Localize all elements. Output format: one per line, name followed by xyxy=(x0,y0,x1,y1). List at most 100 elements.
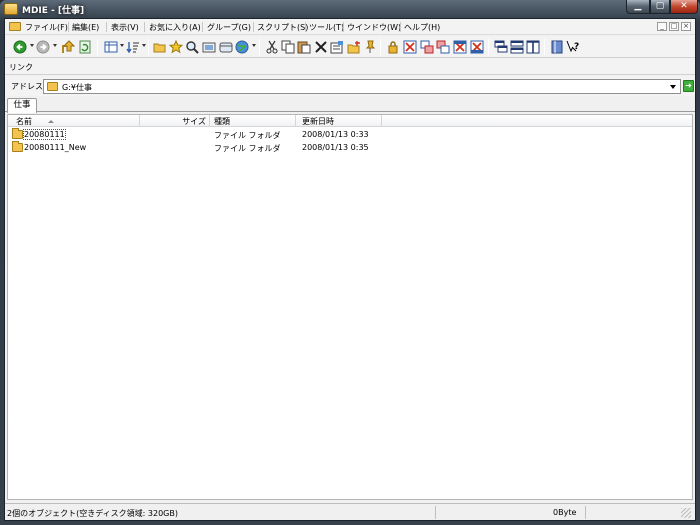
file-list[interactable]: 名前 サイズ 種類 更新日時 20080111 ファイル フォルダ 2008/0… xyxy=(7,114,693,500)
column-header-name[interactable]: 名前 xyxy=(8,115,140,126)
cascade-icon[interactable] xyxy=(420,40,434,54)
file-name[interactable]: 20080111_New xyxy=(24,143,86,152)
folder-open-icon[interactable] xyxy=(153,40,167,54)
menu-separator xyxy=(400,22,401,32)
mdi-minimize-button[interactable]: _ xyxy=(657,22,667,31)
document-folder-icon[interactable] xyxy=(9,22,21,31)
refresh-icon[interactable] xyxy=(78,40,92,54)
toolbar-separator xyxy=(544,39,545,55)
folder-icon xyxy=(12,141,23,152)
folder-icon xyxy=(47,82,58,91)
back-dropdown-icon[interactable] xyxy=(30,44,34,47)
mdi-restore-button[interactable]: □ xyxy=(669,22,679,31)
view-icon[interactable] xyxy=(104,40,118,54)
new-folder-icon[interactable] xyxy=(347,40,361,54)
menu-tools[interactable]: ツール(T) xyxy=(309,22,344,33)
links-bar: リンク xyxy=(5,59,695,75)
view-dropdown-icon[interactable] xyxy=(120,44,124,47)
menu-separator xyxy=(144,22,145,32)
maximize-button[interactable]: ▢ xyxy=(650,0,670,14)
back-icon[interactable] xyxy=(13,40,27,54)
split-horizontal-icon[interactable] xyxy=(510,40,524,54)
tile-icon[interactable] xyxy=(436,40,450,54)
delete-icon[interactable] xyxy=(314,40,328,54)
book-icon[interactable] xyxy=(550,40,564,54)
forward-dropdown-icon[interactable] xyxy=(53,44,57,47)
column-name-label: 名前 xyxy=(16,117,32,126)
title-bar[interactable]: MDIE - [仕事] ▁ ▢ ✕ xyxy=(0,0,700,18)
column-size-label: サイズ xyxy=(182,117,206,126)
application-window: MDIE - [仕事] ▁ ▢ ✕ ファイル(F) 編集(E) 表示(V) お気… xyxy=(0,0,700,525)
go-button[interactable]: ➜ xyxy=(683,80,694,92)
toolbar-separator xyxy=(259,39,260,55)
tab-work[interactable]: 仕事 xyxy=(7,98,37,113)
tab-strip: 仕事 xyxy=(5,97,695,113)
up-icon[interactable] xyxy=(61,40,75,54)
table-row[interactable]: 20080111 ファイル フォルダ 2008/01/13 0:33 xyxy=(8,128,692,141)
toolbar-separator xyxy=(97,39,98,55)
minimize-all-icon[interactable] xyxy=(470,40,484,54)
split-vertical-icon[interactable] xyxy=(494,40,508,54)
menu-view[interactable]: 表示(V) xyxy=(111,22,139,33)
help-icon[interactable]: ? xyxy=(566,40,580,54)
file-type: ファイル フォルダ xyxy=(214,131,281,140)
column-header-size[interactable]: サイズ xyxy=(140,115,210,126)
address-dropdown-icon[interactable] xyxy=(670,85,676,89)
sort-dropdown-icon[interactable] xyxy=(142,44,146,47)
resize-grip-icon[interactable] xyxy=(681,508,691,518)
search-icon[interactable] xyxy=(185,40,199,54)
menu-help[interactable]: ヘルプ(H) xyxy=(404,22,440,33)
status-size: 0Byte xyxy=(553,508,577,517)
minimize-button[interactable]: ▁ xyxy=(626,0,650,14)
column-header-type[interactable]: 種類 xyxy=(210,115,296,126)
column-modified-label: 更新日時 xyxy=(302,117,334,126)
sort-ascending-icon xyxy=(48,120,54,123)
address-bar: アドレス G:¥仕事 ➜ xyxy=(5,76,695,96)
sort-icon[interactable] xyxy=(126,40,140,54)
column-header-modified[interactable]: 更新日時 xyxy=(296,115,382,126)
columns-icon[interactable] xyxy=(526,40,540,54)
file-modified: 2008/01/13 0:35 xyxy=(302,143,369,152)
table-row[interactable]: 20080111_New ファイル フォルダ 2008/01/13 0:35 xyxy=(8,141,692,154)
web-icon[interactable] xyxy=(235,40,249,54)
file-name[interactable]: 20080111 xyxy=(23,129,66,140)
pin-icon[interactable] xyxy=(363,40,377,54)
address-value[interactable]: G:¥仕事 xyxy=(62,82,92,93)
mdi-close-button[interactable]: × xyxy=(681,22,691,31)
address-input[interactable]: G:¥仕事 xyxy=(43,79,681,94)
web-dropdown-icon[interactable] xyxy=(252,44,256,47)
status-bar: 2個のオブジェクト(空きディスク領域: 320GB) 0Byte xyxy=(5,503,695,520)
close-all-icon[interactable] xyxy=(453,40,467,54)
menu-favorites[interactable]: お気に入り(A) xyxy=(149,22,201,33)
column-type-label: 種類 xyxy=(214,117,230,126)
menu-script[interactable]: スクリプト(S) xyxy=(257,22,308,33)
file-modified: 2008/01/13 0:33 xyxy=(302,130,369,139)
menu-separator xyxy=(343,22,344,32)
status-divider xyxy=(435,506,436,519)
folder-icon xyxy=(12,128,23,139)
paste-icon[interactable] xyxy=(297,40,311,54)
menu-group[interactable]: グループ(G) xyxy=(207,22,251,33)
links-label[interactable]: リンク xyxy=(9,62,33,73)
copy-icon[interactable] xyxy=(281,40,295,54)
forward-icon[interactable] xyxy=(36,40,50,54)
menu-edit[interactable]: 編集(E) xyxy=(72,22,99,33)
properties-icon[interactable] xyxy=(330,40,344,54)
client-area: ファイル(F) 編集(E) 表示(V) お気に入り(A) グループ(G) スクリ… xyxy=(4,18,696,521)
toolbar-separator xyxy=(488,39,489,55)
status-text: 2個のオブジェクト(空きディスク領域: 320GB) xyxy=(7,509,178,518)
cut-icon[interactable] xyxy=(265,40,279,54)
favorites-icon[interactable] xyxy=(169,40,183,54)
list-header: 名前 サイズ 種類 更新日時 xyxy=(8,115,692,127)
image-icon[interactable] xyxy=(202,40,216,54)
menu-bar: ファイル(F) 編集(E) 表示(V) お気に入り(A) グループ(G) スクリ… xyxy=(5,19,695,35)
menu-separator xyxy=(202,22,203,32)
toolbar-separator xyxy=(148,39,149,55)
window-title: MDIE - [仕事] xyxy=(22,6,85,16)
menu-file[interactable]: ファイル(F) xyxy=(25,22,68,33)
close-button[interactable]: ✕ xyxy=(670,0,698,14)
close-window-icon[interactable] xyxy=(403,40,417,54)
menu-window[interactable]: ウインドウ(W) xyxy=(347,22,401,33)
window-icon[interactable] xyxy=(219,40,233,54)
lock-icon[interactable] xyxy=(386,40,400,54)
